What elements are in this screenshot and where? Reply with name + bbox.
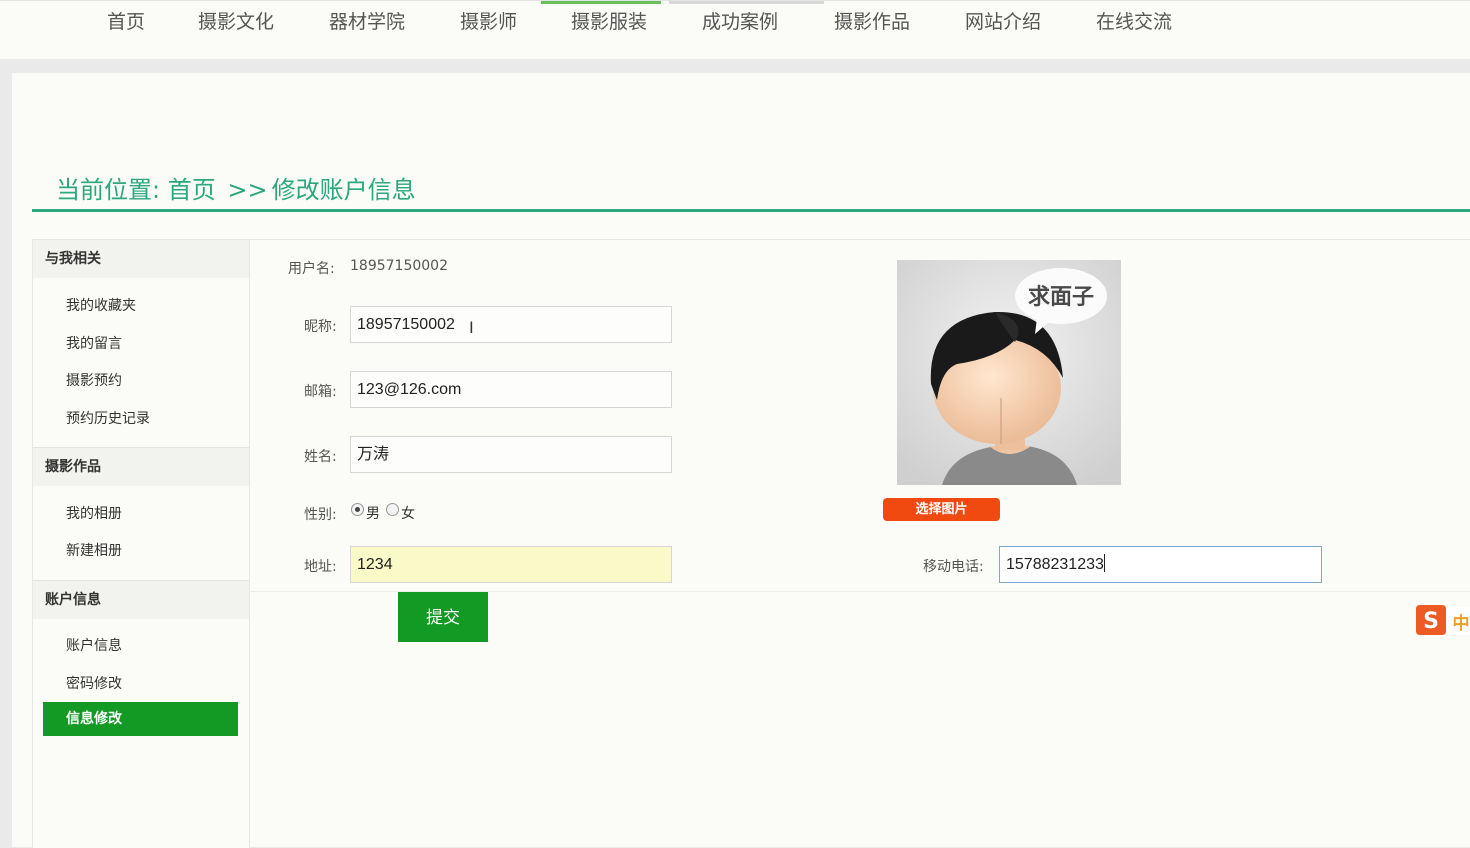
sidebar: 与我相关 我的收藏夹 我的留言 摄影预约 预约历史记录 摄影作品 我的相册 新建…: [32, 239, 250, 848]
avatar-caption: 求面子: [1028, 285, 1094, 310]
sidebar-item-my-albums[interactable]: 我的相册: [66, 503, 122, 523]
nav-item-online-chat[interactable]: 在线交流: [1096, 7, 1172, 34]
nav-item-home[interactable]: 首页: [107, 7, 145, 34]
avatar-illustration: 求面子: [897, 260, 1121, 485]
breadcrumb-divider: [32, 209, 1470, 212]
phone-field-value: 15788231233: [1006, 556, 1104, 573]
email-label: 邮箱:: [304, 384, 337, 400]
nickname-label: 昵称:: [304, 319, 337, 335]
address-label: 地址:: [304, 559, 337, 575]
gender-female-label: 女: [401, 506, 415, 522]
nav-hover-marker: [669, 1, 824, 4]
nickname-field[interactable]: 18957150002: [350, 306, 672, 343]
svg-text:S: S: [1423, 609, 1439, 634]
nav-item-photographers[interactable]: 摄影师: [460, 7, 517, 34]
nav-item-photo-clothing[interactable]: 摄影服装: [571, 7, 647, 34]
address-field[interactable]: 1234: [350, 546, 672, 583]
gender-male-label: 男: [366, 506, 380, 522]
sidebar-group-title-related: 与我相关: [33, 240, 249, 278]
name-label: 姓名:: [304, 449, 337, 465]
breadcrumb-separator: >>: [227, 176, 268, 204]
sidebar-item-booking-history[interactable]: 预约历史记录: [66, 408, 150, 428]
top-navigation: 首页 摄影文化 器材学院 摄影师 摄影服装 成功案例 摄影作品 网站介绍 在线交…: [0, 0, 1470, 59]
breadcrumb-prefix: 当前位置:: [56, 176, 161, 204]
nav-item-photo-works[interactable]: 摄影作品: [834, 7, 910, 34]
sidebar-group-title-account: 账户信息: [33, 581, 249, 619]
phone-field[interactable]: 15788231233: [999, 546, 1322, 583]
sogou-ime-icon[interactable]: S 中: [1412, 603, 1470, 637]
sidebar-item-password-change[interactable]: 密码修改: [66, 673, 122, 693]
username-value: 18957150002: [350, 258, 448, 274]
nav-item-success-cases[interactable]: 成功案例: [702, 7, 778, 34]
sidebar-item-booking[interactable]: 摄影预约: [66, 370, 122, 390]
sidebar-group-title-works: 摄影作品: [33, 448, 249, 486]
ime-mode-label: 中: [1453, 613, 1470, 634]
breadcrumb-current: 修改账户信息: [271, 176, 416, 204]
sidebar-item-edit-info[interactable]: 信息修改: [43, 702, 238, 736]
sidebar-item-new-album[interactable]: 新建相册: [66, 540, 122, 560]
sidebar-item-messages[interactable]: 我的留言: [66, 333, 122, 353]
gender-label: 性别:: [304, 507, 337, 523]
text-cursor-icon: I: [469, 318, 474, 337]
breadcrumb-home-link[interactable]: 首页: [168, 176, 216, 204]
phone-label: 移动电话:: [923, 559, 984, 575]
gender-male-radio[interactable]: [351, 503, 364, 516]
sidebar-item-account-info[interactable]: 账户信息: [66, 635, 122, 655]
choose-image-button[interactable]: 选择图片: [883, 498, 1000, 521]
avatar-image: 求面子: [897, 260, 1121, 485]
gender-female-radio[interactable]: [386, 503, 399, 516]
text-caret: [1103, 554, 1105, 572]
nav-active-marker: [541, 1, 661, 4]
name-field[interactable]: 万涛: [350, 436, 672, 473]
email-field[interactable]: 123@126.com: [350, 371, 672, 408]
form-top-border: [249, 239, 1470, 240]
username-label: 用户名:: [288, 261, 335, 277]
sidebar-item-favorites[interactable]: 我的收藏夹: [66, 295, 136, 315]
nav-item-site-intro[interactable]: 网站介绍: [965, 7, 1041, 34]
submit-button[interactable]: 提交: [398, 592, 488, 642]
breadcrumb: 当前位置: 首页 >> 修改账户信息: [56, 170, 416, 205]
nav-item-equipment-academy[interactable]: 器材学院: [329, 7, 405, 34]
nav-item-photo-culture[interactable]: 摄影文化: [198, 7, 274, 34]
